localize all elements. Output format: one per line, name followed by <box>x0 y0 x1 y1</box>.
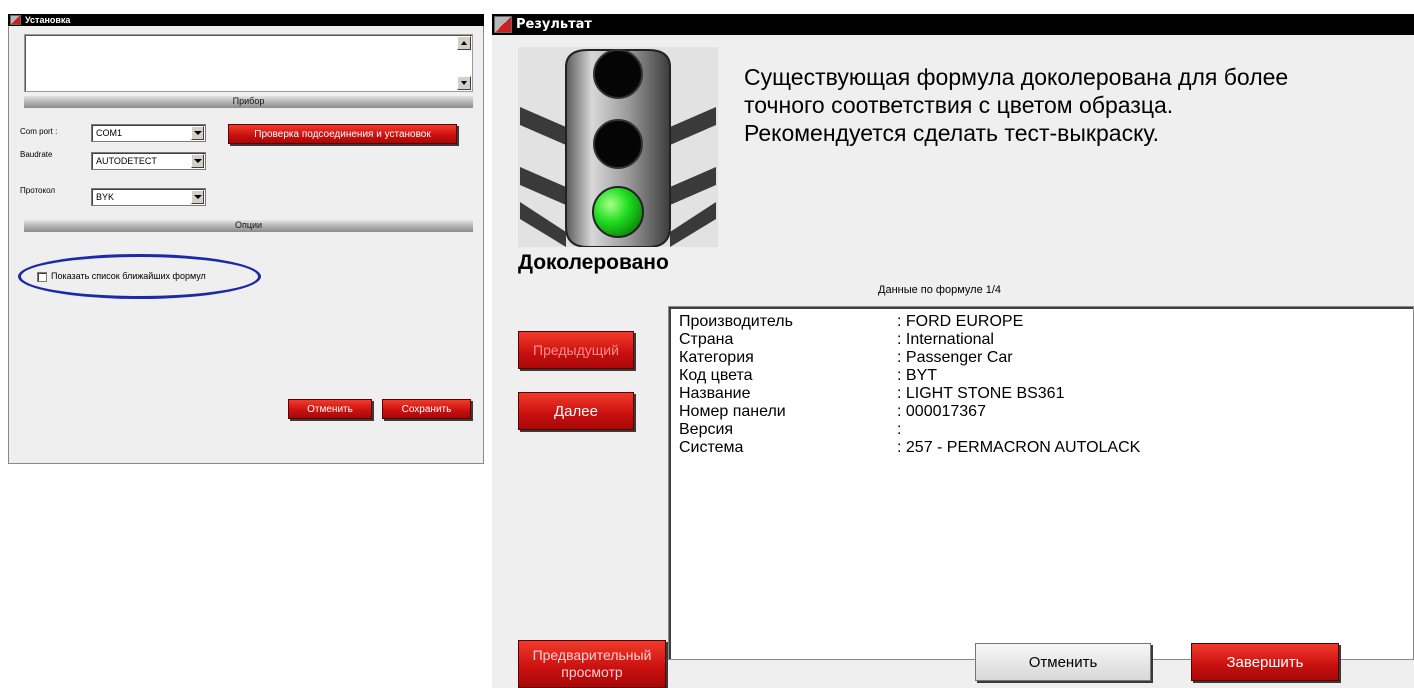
setup-save-button[interactable]: Сохранить <box>382 399 471 419</box>
status-label: Доколеровано <box>518 251 669 274</box>
traffic-light-icon <box>520 49 716 248</box>
app-icon <box>494 16 512 33</box>
info-key: Страна <box>679 331 734 348</box>
protocol-label: Протокол <box>20 186 56 195</box>
protocol-select[interactable]: BYK <box>91 188 206 206</box>
info-value: : 257 - PERMACRON AUTOLACK <box>897 439 1141 456</box>
section-options: Опции <box>24 220 473 232</box>
chevron-down-icon[interactable] <box>191 126 204 140</box>
traffic-light-image <box>518 47 718 248</box>
info-key: Версия <box>679 421 734 438</box>
info-row-system: Система : 257 - PERMACRON AUTOLACK <box>679 439 1413 457</box>
preview-button-line2: просмотр <box>561 664 623 680</box>
protocol-value: BYK <box>96 192 115 202</box>
scroll-up-icon[interactable] <box>457 36 471 50</box>
info-key: Категория <box>679 349 754 366</box>
next-button[interactable]: Далее <box>518 392 634 430</box>
result-title: Результат <box>516 17 592 32</box>
result-message: Существующая формула доколерована для бо… <box>744 64 1289 146</box>
setup-titlebar: Установка <box>8 14 484 26</box>
info-row-country: Страна : International <box>679 331 1413 349</box>
preview-button-line1: Предварительный <box>532 647 652 663</box>
info-key: Код цвета <box>679 367 753 384</box>
info-value: : LIGHT STONE BS361 <box>897 385 1065 402</box>
check-connection-button[interactable]: Проверка подсоединения и установок <box>228 124 457 144</box>
scroll-down-icon[interactable] <box>457 76 471 90</box>
com-port-select[interactable]: COM1 <box>91 124 206 142</box>
formula-info-panel: Производитель : FORD EUROPE Страна : Inter… <box>668 306 1414 660</box>
finish-button[interactable]: Завершить <box>1191 643 1339 681</box>
info-row-category: Категория : Passenger Car <box>679 349 1413 367</box>
com-port-label: Com port : <box>20 127 58 136</box>
info-row-panel-number: Номер панели : 000017367 <box>679 403 1413 421</box>
info-key: Название <box>679 385 751 402</box>
setup-title: Установка <box>25 15 71 25</box>
info-row-color-code: Код цвета : BYT <box>679 367 1413 385</box>
info-value: : 000017367 <box>897 403 986 420</box>
info-row-version: Версия: <box>679 421 1413 439</box>
info-key: Система <box>679 439 744 456</box>
baudrate-label: Baudrate <box>20 150 53 159</box>
baudrate-select[interactable]: AUTODETECT <box>91 152 206 170</box>
setup-message-area[interactable] <box>24 34 473 92</box>
result-cancel-button[interactable]: Отменить <box>975 643 1151 681</box>
info-value: : BYT <box>897 367 938 384</box>
info-key: Производитель <box>679 313 793 330</box>
info-value: : <box>897 421 902 438</box>
baudrate-value: AUTODETECT <box>96 156 157 166</box>
info-row-manufacturer: Производитель : FORD EUROPE <box>679 313 1413 331</box>
chevron-down-icon[interactable] <box>191 190 204 204</box>
previous-button[interactable]: Предыдущий <box>518 331 634 369</box>
formula-header: Данные по формуле 1/4 <box>878 284 1002 296</box>
section-device: Прибор <box>24 96 473 108</box>
result-titlebar: Результат <box>492 14 1414 35</box>
highlight-ellipse <box>18 254 261 299</box>
setup-cancel-button[interactable]: Отменить <box>288 399 372 419</box>
info-value: : FORD EUROPE <box>897 313 1024 330</box>
info-value: : International <box>897 331 994 348</box>
app-icon <box>10 15 21 25</box>
info-row-name: Название : LIGHT STONE BS361 <box>679 385 1413 403</box>
info-key: Номер панели <box>679 403 786 420</box>
com-port-value: COM1 <box>96 128 123 138</box>
preview-button[interactable]: Предварительный просмотр <box>518 640 666 688</box>
info-value: : Passenger Car <box>897 349 1013 366</box>
chevron-down-icon[interactable] <box>191 154 204 168</box>
